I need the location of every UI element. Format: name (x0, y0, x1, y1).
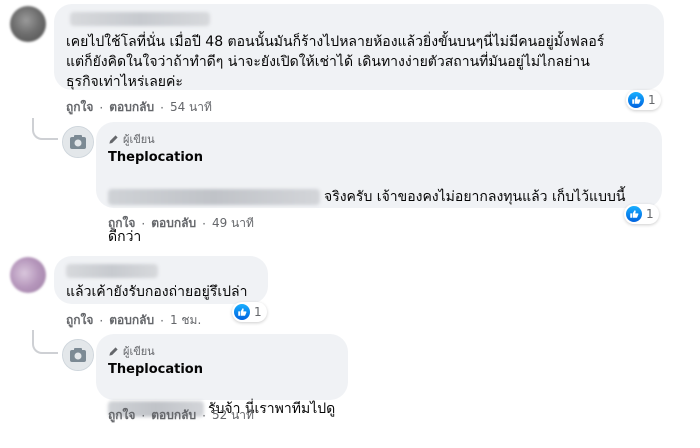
author-badge-label: ผู้เขียน (123, 133, 155, 146)
commenter-avatar[interactable] (10, 6, 46, 42)
timestamp[interactable]: 54 นาที (170, 98, 212, 117)
separator-dot: · (99, 100, 104, 115)
blurred-mention[interactable] (108, 189, 320, 205)
reply-bubble: ผู้เขียน Theplocation จริงครับ เจ้าของคง… (96, 122, 662, 245)
separator-dot: · (160, 313, 164, 328)
reply-link[interactable]: ตอบกลับ (109, 98, 154, 117)
timestamp[interactable]: 1 ชม. (170, 311, 201, 330)
separator-dot: · (160, 100, 164, 115)
like-reaction-icon (626, 206, 642, 222)
comment-actions: ถูกใจ · ตอบกลับ · 1 ชม. (66, 311, 201, 330)
comment-actions: ถูกใจ · ตอบกลับ · 54 นาที (66, 98, 212, 117)
author-badge: ผู้เขียน (108, 130, 650, 148)
reply-text-line1: จริงครับ เจ้าของคงไม่อยากลงทุนแล้ว เก็บไ… (324, 189, 626, 205)
like-link[interactable]: ถูกใจ (66, 98, 93, 117)
separator-dot: · (202, 216, 206, 231)
reaction-count[interactable]: 1 (232, 302, 267, 322)
page-avatar[interactable] (62, 339, 94, 371)
reply-author-name[interactable]: Theplocation (108, 362, 336, 377)
reaction-count[interactable]: 1 (624, 204, 659, 224)
comment-bubble: เคยไปใช้โลที่นั่น เมื่อปี 48 ตอนนั้นมันก… (54, 4, 664, 90)
reaction-count-text: 1 (648, 93, 656, 107)
pencil-icon (109, 134, 118, 144)
reaction-count[interactable]: 1 (626, 90, 661, 110)
reaction-count-text: 1 (646, 207, 654, 221)
like-reaction-icon (234, 304, 250, 320)
timestamp[interactable]: 49 นาที (212, 214, 254, 233)
like-link[interactable]: ถูกใจ (108, 214, 135, 233)
pencil-icon (109, 346, 118, 356)
separator-dot: · (202, 408, 206, 423)
comment-text: แล้วเค้ายังรับกองถ่ายอยู่รึเปล่า (66, 284, 248, 300)
reply-actions: ถูกใจ · ตอบกลับ · 49 นาที (108, 214, 254, 233)
reply-link[interactable]: ตอบกลับ (151, 214, 196, 233)
timestamp[interactable]: 52 นาที (212, 406, 254, 425)
commenter-avatar[interactable] (10, 257, 46, 293)
blurred-commenter-name[interactable] (70, 12, 210, 26)
separator-dot: · (99, 313, 104, 328)
like-link[interactable]: ถูกใจ (66, 311, 93, 330)
separator-dot: · (141, 408, 146, 423)
reply-author-name[interactable]: Theplocation (108, 150, 650, 165)
thread-connector (32, 330, 58, 354)
like-reaction-icon (628, 92, 644, 108)
reply-link[interactable]: ตอบกลับ (109, 311, 154, 330)
reply-link[interactable]: ตอบกลับ (151, 406, 196, 425)
page-avatar[interactable] (62, 126, 94, 158)
comment-text: เคยไปใช้โลที่นั่น เมื่อปี 48 ตอนนั้นมันก… (66, 34, 605, 90)
like-link[interactable]: ถูกใจ (108, 406, 135, 425)
blurred-commenter-name[interactable] (66, 264, 158, 278)
reply-actions: ถูกใจ · ตอบกลับ · 52 นาที (108, 406, 254, 425)
reaction-count-text: 1 (254, 305, 262, 319)
author-badge: ผู้เขียน (108, 342, 336, 360)
author-badge-label: ผู้เขียน (123, 345, 155, 358)
separator-dot: · (141, 216, 146, 231)
reply-bubble: ผู้เขียน Theplocation รับจ้า นี่เราพาทีม… (96, 334, 348, 417)
comment-bubble: แล้วเค้ายังรับกองถ่ายอยู่รึเปล่า (54, 256, 268, 304)
reply-text: จริงครับ เจ้าของคงไม่อยากลงทุนแล้ว เก็บไ… (108, 167, 650, 247)
thread-connector (32, 118, 58, 140)
